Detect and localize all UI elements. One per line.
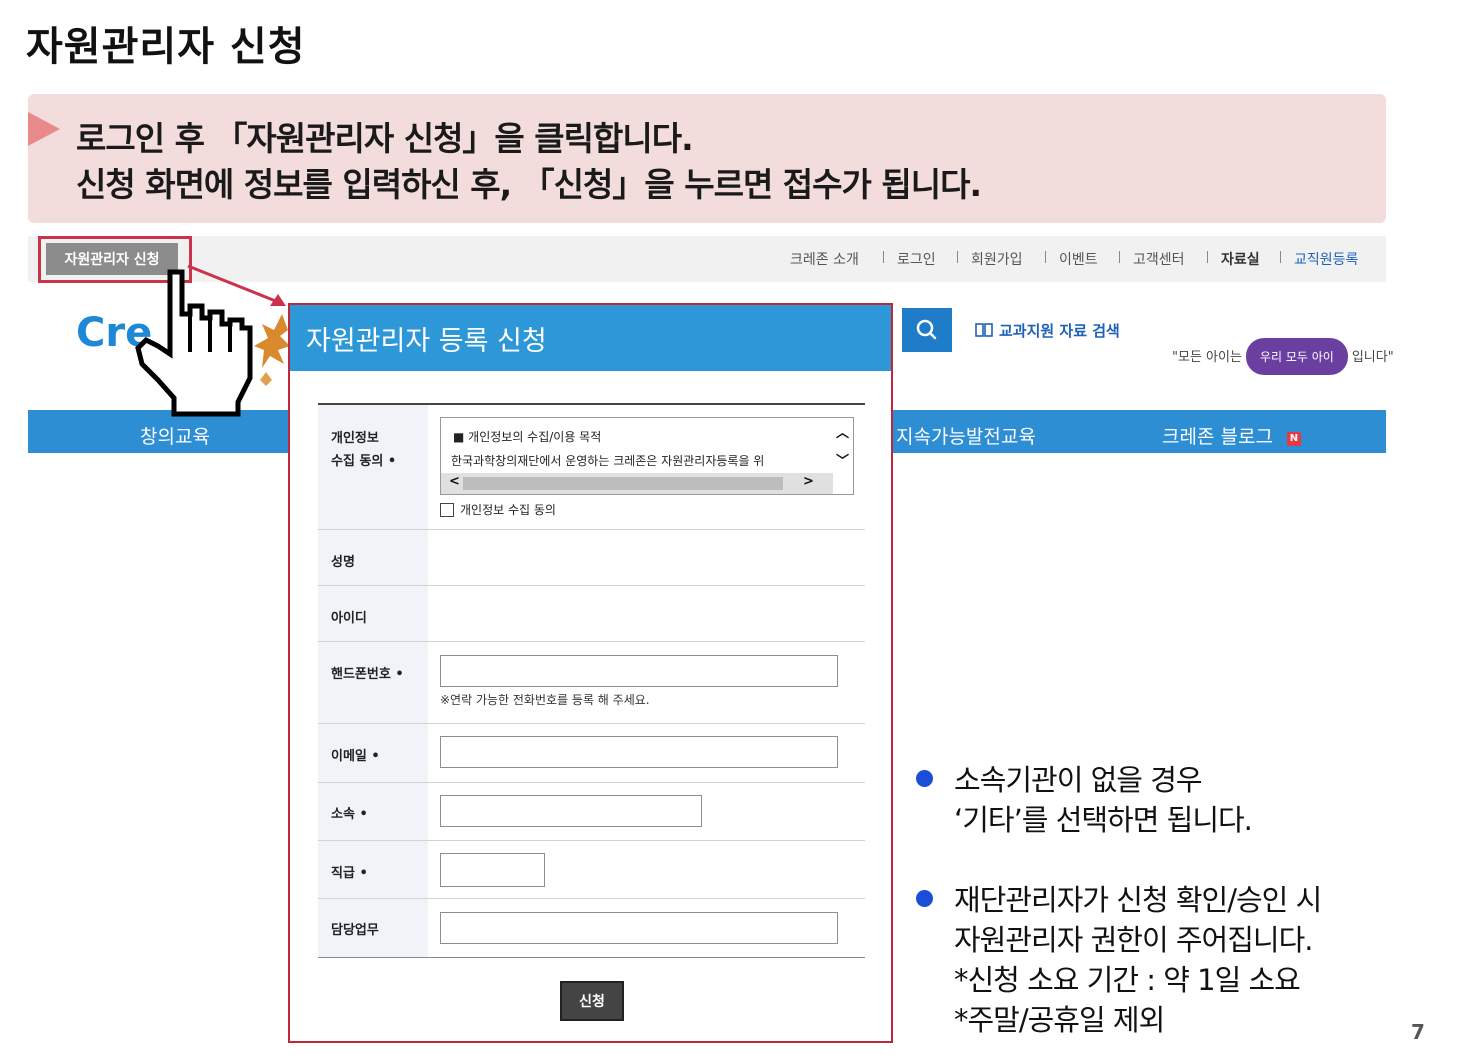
top-link-login[interactable]: 로그인 (897, 249, 936, 269)
note-line: *주말/공휴일 제외 (954, 1003, 1165, 1037)
modal-header: 자원관리자 등록 신청 (290, 305, 891, 371)
top-link-about[interactable]: 크레존 소개 (790, 249, 859, 269)
bullet-icon (916, 770, 933, 787)
top-link-signup[interactable]: 회원가입 (971, 249, 1023, 269)
position-label: 직급 • (331, 866, 368, 881)
email-label: 이메일 • (331, 749, 380, 764)
note-line: 재단관리자가 신청 확인/승인 시 (954, 883, 1322, 917)
consent-label-line-1: 개인정보 (331, 431, 379, 446)
top-link-separator (1045, 251, 1046, 263)
nav-blog[interactable]: 크레존 블로그 N (1162, 422, 1301, 449)
consent-checkbox-row[interactable]: 개인정보 수집 동의 (440, 501, 556, 518)
note-line: 소속기관이 없을 경우 (954, 763, 1203, 797)
phone-hint: ※연락 가능한 전화번호를 등록 해 주세요. (440, 693, 650, 707)
instruction-line-1: 로그인 후 「자원관리자 신청」을 클릭합니다. (76, 119, 694, 158)
chevron-up-icon[interactable]: ︿ (836, 422, 849, 441)
slogan-emblem: 우리 모두 아이 (1245, 338, 1348, 375)
top-link-separator (1280, 251, 1281, 263)
top-link-separator (1119, 251, 1120, 263)
note-line: ‘기타’를 선택하면 됩니다. (954, 803, 1253, 837)
top-link-staff-register[interactable]: 교직원등록 (1294, 249, 1358, 269)
top-link-separator (883, 251, 884, 263)
slogan-mid: 우리 모두 (1259, 350, 1308, 364)
phone-input[interactable] (440, 655, 838, 687)
hand-cursor-icon (135, 269, 253, 417)
nav-creative-education[interactable]: 창의교육 (140, 422, 210, 449)
row-divider (318, 641, 865, 642)
top-link-separator (957, 251, 958, 263)
consent-text-box[interactable]: ■ 개인정보의 수집/이용 목적 한국과학창의재단에서 운영하는 크레존은 자원… (440, 417, 854, 495)
scroll-thumb[interactable] (463, 477, 783, 490)
horizontal-scrollbar[interactable]: < > (441, 473, 833, 494)
triangle-marker-icon (28, 112, 60, 146)
top-link-archive[interactable]: 자료실 (1221, 249, 1260, 269)
slogan-mid-2: 아이 (1311, 350, 1334, 364)
page-number: 7 (1411, 1020, 1425, 1044)
row-divider (318, 782, 865, 783)
note-line: 자원관리자 권한이 주어집니다. (954, 923, 1314, 957)
slogan-right: 입니다" (1351, 350, 1394, 365)
instruction-banner: 로그인 후 「자원관리자 신청」을 클릭합니다. 신청 화면에 정보를 입력하신… (28, 94, 1386, 223)
email-input[interactable] (440, 736, 838, 768)
phone-label: 핸드폰번호 • (331, 667, 404, 682)
consent-box-text: 한국과학창의재단에서 운영하는 크레존은 자원관리자등록을 위 (451, 454, 765, 468)
duty-input[interactable] (440, 912, 838, 944)
search-button[interactable] (902, 308, 952, 352)
row-divider (318, 585, 865, 586)
book-icon (975, 323, 993, 337)
search-icon (916, 319, 937, 340)
consent-checkbox-label: 개인정보 수집 동의 (460, 503, 556, 517)
top-link-support[interactable]: 고객센터 (1133, 249, 1185, 269)
leaf-decoration-icon (254, 314, 290, 386)
slogan-banner: "모든 아이는 우리 모두 아이 입니다" (1172, 338, 1394, 375)
new-badge: N (1286, 432, 1301, 446)
label-cell (318, 642, 428, 723)
consent-label-line-2: 수집 동의 • (331, 454, 397, 469)
position-input[interactable] (440, 853, 545, 887)
registration-modal: 자원관리자 등록 신청 개인정보 수집 동의 • ■ 개인정보의 수집/이용 목… (288, 303, 893, 1043)
slogan-left: "모든 아이는 (1172, 350, 1242, 365)
top-link-separator (1207, 251, 1208, 263)
chevron-right-icon[interactable]: > (803, 474, 814, 489)
nav-blog-label: 크레존 블로그 (1162, 426, 1273, 448)
textbook-search-label: 교과지원 자료 검색 (999, 322, 1120, 340)
consent-checkbox[interactable] (440, 502, 454, 517)
note-line: *신청 소요 기간 : 약 1일 소요 (954, 963, 1301, 997)
bullet-icon (916, 890, 933, 907)
submit-button[interactable]: 신청 (560, 981, 624, 1021)
vertical-scrollbar[interactable]: ︿ ﹀ (831, 418, 853, 474)
top-link-event[interactable]: 이벤트 (1059, 249, 1098, 269)
chevron-down-icon[interactable]: ﹀ (836, 450, 849, 469)
slide-title: 자원관리자 신청 (26, 24, 306, 70)
row-divider (318, 529, 865, 530)
instruction-line-2: 신청 화면에 정보를 입력하신 후, 「신청」을 누르면 접수가 됩니다. (76, 165, 982, 204)
row-divider (318, 723, 865, 724)
row-divider (318, 957, 865, 958)
row-divider (318, 840, 865, 841)
modal-title: 자원관리자 등록 신청 (306, 326, 547, 357)
chevron-left-icon[interactable]: < (449, 474, 460, 489)
name-label: 성명 (331, 555, 355, 570)
nav-sustainable-education[interactable]: 지속가능발전교육 (896, 422, 1036, 449)
consent-box-title: ■ 개인정보의 수집/이용 목적 (453, 430, 602, 444)
duty-label: 담당업무 (331, 923, 379, 938)
affiliation-input[interactable] (440, 795, 702, 827)
id-label: 아이디 (331, 611, 367, 626)
affiliation-label: 소속 • (331, 807, 368, 822)
textbook-search-link[interactable]: 교과지원 자료 검색 (975, 320, 1120, 341)
row-divider (318, 898, 865, 899)
